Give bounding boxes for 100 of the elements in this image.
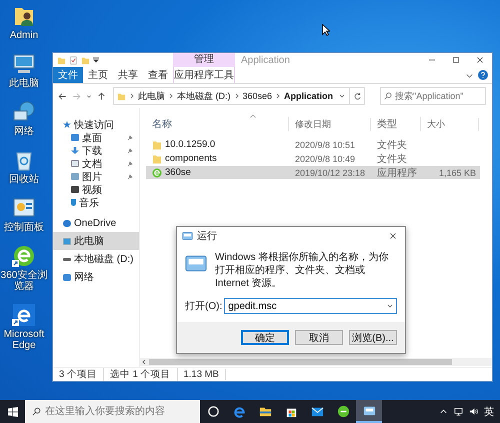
- close-icon[interactable]: [475, 55, 485, 65]
- ribbon-tab[interactable]: 应用程序工具: [173, 67, 235, 83]
- status-text: 1.13 MB: [178, 369, 226, 380]
- window-title: Application: [240, 54, 291, 66]
- address-bar[interactable]: 此电脑 本地磁盘 (D:) 360se6 Application: [113, 87, 350, 105]
- ribbon-tab[interactable]: 主页: [83, 67, 113, 83]
- nav-item[interactable]: 网络: [53, 268, 139, 286]
- search-icon: [384, 92, 392, 100]
- status-text: 3 个项目: [53, 368, 104, 381]
- nav-item[interactable]: 快速访问: [53, 118, 139, 131]
- envelope-icon: [310, 405, 324, 418]
- speaker-icon[interactable]: [469, 407, 478, 416]
- column-header[interactable]: 修改日期: [289, 118, 371, 130]
- file-name: 360se: [165, 167, 191, 178]
- browser-icon: [336, 405, 350, 418]
- file-name: 10.0.1259.0: [165, 139, 216, 150]
- file-row[interactable]: 10.0.1259.0 2020/9/8 10:51 文件夹: [146, 138, 480, 151]
- pin-icon[interactable]: [127, 148, 133, 154]
- modified-date: 2019/10/12 23:18: [294, 168, 366, 178]
- file-type: 文件夹: [376, 152, 408, 166]
- ribbon-tab[interactable]: 文件: [53, 67, 83, 83]
- pin-icon[interactable]: [127, 174, 133, 180]
- file-size: 1,165 KB: [438, 168, 477, 178]
- checklist-icon[interactable]: [69, 56, 78, 64]
- file-name: components: [165, 153, 217, 164]
- ribbon-tab[interactable]: 查看: [143, 67, 173, 83]
- nav-item[interactable]: 下载: [53, 144, 139, 157]
- pin-icon[interactable]: [127, 160, 133, 166]
- chevron-right-icon: [168, 93, 174, 99]
- browser360-icon[interactable]: [12, 244, 36, 268]
- desktop-icon-label[interactable]: 控制面板: [4, 222, 44, 233]
- nav-item[interactable]: 此电脑: [53, 232, 139, 250]
- horizontal-scrollbar[interactable]: [140, 358, 492, 366]
- nav-item[interactable]: 文档: [53, 157, 139, 170]
- pointer-icon: [322, 24, 330, 36]
- search-field[interactable]: 搜索"Application": [380, 87, 486, 105]
- nav-item[interactable]: 图片: [53, 170, 139, 183]
- nav-item[interactable]: OneDrive: [53, 214, 139, 232]
- nav-item[interactable]: 视频: [53, 183, 139, 196]
- close-icon[interactable]: [388, 231, 398, 241]
- dialog-button[interactable]: 浏览(B)...: [349, 330, 397, 345]
- file-type: 文件夹: [376, 138, 408, 152]
- open-label: 打开(O):: [185, 300, 222, 313]
- modified-date: 2020/9/8 10:49: [294, 154, 356, 164]
- column-header[interactable]: 类型: [371, 117, 421, 131]
- file-type: 应用程序: [376, 166, 418, 180]
- file-row[interactable]: 360se 2019/10/12 23:18 应用程序 1,165 KB: [146, 166, 480, 179]
- nav-item[interactable]: 桌面: [53, 131, 139, 144]
- up-arrow-icon[interactable]: [96, 90, 107, 102]
- search-icon: [32, 407, 41, 416]
- dialog-button[interactable]: 确定: [241, 330, 289, 345]
- back-arrow-icon[interactable]: [57, 90, 68, 102]
- desktop-icon-label[interactable]: Microsoft Edge: [0, 329, 48, 351]
- desktop-icon-label[interactable]: 此电脑: [9, 78, 39, 89]
- refresh-button[interactable]: [349, 87, 365, 105]
- maximize-icon[interactable]: [451, 55, 461, 65]
- caret-icon[interactable]: [93, 57, 99, 63]
- taskbar-button[interactable]: [356, 400, 382, 423]
- dialog-message: Windows 将根据你所输入的名称，为你打开相应的程序、文件夹、文档或 Internet 资源。: [215, 251, 390, 290]
- chevron-up-icon[interactable]: [439, 407, 448, 416]
- scroll-left-icon[interactable]: [141, 359, 147, 365]
- browser-icon: [232, 405, 246, 418]
- network-icon[interactable]: [454, 407, 463, 416]
- help-icon[interactable]: [478, 70, 488, 80]
- command-field[interactable]: gpedit.msc: [224, 298, 397, 314]
- desktop-icon-label[interactable]: Admin: [10, 30, 38, 41]
- computer-icon[interactable]: [12, 52, 36, 76]
- refresh-icon: [352, 92, 362, 100]
- run-icon: [185, 255, 207, 272]
- folder-icon: [117, 92, 126, 100]
- app-icon: [152, 168, 162, 178]
- window-icon: [362, 404, 376, 417]
- breadcrumb-item[interactable]: 此电脑: [138, 90, 165, 102]
- chevron-right-icon: [275, 93, 282, 99]
- chevron-down-icon[interactable]: [339, 93, 345, 99]
- run-icon: [182, 232, 193, 240]
- breadcrumb-item[interactable]: 本地磁盘 (D:): [177, 90, 230, 102]
- nav-item[interactable]: 本地磁盘 (D:): [53, 250, 139, 268]
- column-header[interactable]: 大小: [421, 118, 479, 130]
- dialog-button[interactable]: 取消: [295, 330, 343, 345]
- pin-icon[interactable]: [127, 134, 133, 140]
- chevron-down-icon[interactable]: [387, 303, 393, 309]
- dialog-title: 运行: [197, 230, 217, 243]
- desktop-icon-label[interactable]: 回收站: [9, 174, 39, 185]
- breadcrumb-item[interactable]: 360se6: [242, 91, 272, 101]
- folder-icon: [258, 405, 272, 418]
- taskbar-search-field[interactable]: 在这里输入你要搜索的内容: [25, 400, 200, 423]
- desktop-icon-label[interactable]: 360安全浏览器: [0, 270, 48, 292]
- nav-item[interactable]: 音乐: [53, 196, 139, 209]
- status-text: 选中 1 个项目: [104, 368, 178, 381]
- input-method-button[interactable]: 英: [481, 404, 500, 418]
- breadcrumb-item[interactable]: Application: [284, 91, 334, 101]
- ribbon-tab[interactable]: 共享: [113, 67, 143, 83]
- edge-icon[interactable]: [12, 303, 36, 327]
- circle-icon: [206, 405, 220, 418]
- file-row[interactable]: components 2020/9/8 10:49 文件夹: [146, 152, 480, 165]
- desktop-icon-label[interactable]: 网络: [14, 126, 34, 137]
- chevron-right-icon: [234, 93, 240, 99]
- column-header[interactable]: 名称: [146, 117, 289, 131]
- windows-logo-icon: [8, 406, 18, 416]
